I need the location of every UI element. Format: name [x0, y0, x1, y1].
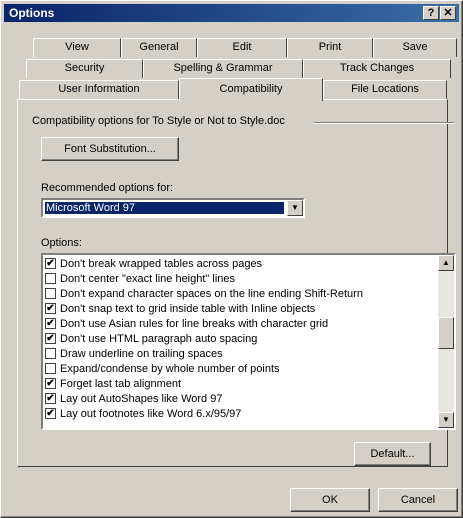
ok-button[interactable]: OK: [290, 488, 370, 512]
chevron-down-icon[interactable]: ▼: [287, 200, 303, 216]
help-button[interactable]: ?: [423, 6, 439, 20]
checkbox[interactable]: [45, 348, 56, 359]
window-title: Options: [9, 6, 55, 20]
checkbox[interactable]: ✔: [45, 303, 56, 314]
scroll-thumb[interactable]: [438, 317, 454, 349]
options-label: Options:: [41, 237, 82, 249]
checkbox[interactable]: ✔: [45, 318, 56, 329]
scroll-up-icon[interactable]: ▲: [438, 255, 454, 271]
tab-view[interactable]: View: [33, 38, 121, 57]
title-bar[interactable]: Options ? ✕: [4, 4, 459, 22]
tab-track-changes[interactable]: Track Changes: [303, 59, 451, 78]
close-button[interactable]: ✕: [440, 6, 456, 20]
checkbox[interactable]: [45, 273, 56, 284]
recommended-value: Microsoft Word 97: [45, 202, 284, 214]
checkbox[interactable]: ✔: [45, 408, 56, 419]
font-substitution-button[interactable]: Font Substitution...: [41, 137, 179, 161]
checkbox[interactable]: ✔: [45, 333, 56, 344]
checkbox[interactable]: ✔: [45, 393, 56, 404]
tab-file-locations[interactable]: File Locations: [323, 80, 447, 99]
options-scrollbar[interactable]: ▲ ▼: [438, 255, 454, 428]
compat-group-label: Compatibility options for To Style or No…: [32, 115, 285, 127]
tab-edit[interactable]: Edit: [197, 38, 287, 57]
scroll-down-icon[interactable]: ▼: [438, 412, 454, 428]
tab-save[interactable]: Save: [373, 38, 457, 57]
group-divider: [314, 122, 454, 124]
tab-print[interactable]: Print: [287, 38, 373, 57]
options-dialog: Options ? ✕ View General Edit Print Save…: [0, 0, 463, 518]
tab-user-information[interactable]: User Information: [19, 80, 179, 99]
recommended-label: Recommended options for:: [41, 182, 174, 194]
cancel-button[interactable]: Cancel: [378, 488, 458, 512]
checkbox[interactable]: ✔: [45, 378, 56, 389]
tab-spelling-grammar[interactable]: Spelling & Grammar: [143, 59, 303, 78]
tab-compatibility[interactable]: Compatibility: [179, 78, 323, 101]
tab-general[interactable]: General: [121, 38, 197, 57]
checkbox[interactable]: [45, 363, 56, 374]
recommended-select[interactable]: Microsoft Word 97 ▼: [41, 198, 305, 218]
checkbox[interactable]: ✔: [45, 258, 56, 269]
checkbox[interactable]: [45, 288, 56, 299]
tab-security[interactable]: Security: [26, 59, 143, 78]
options-list[interactable]: ✔ Don't break wrapped tables across page…: [41, 253, 456, 430]
default-button[interactable]: Default...: [354, 442, 431, 466]
